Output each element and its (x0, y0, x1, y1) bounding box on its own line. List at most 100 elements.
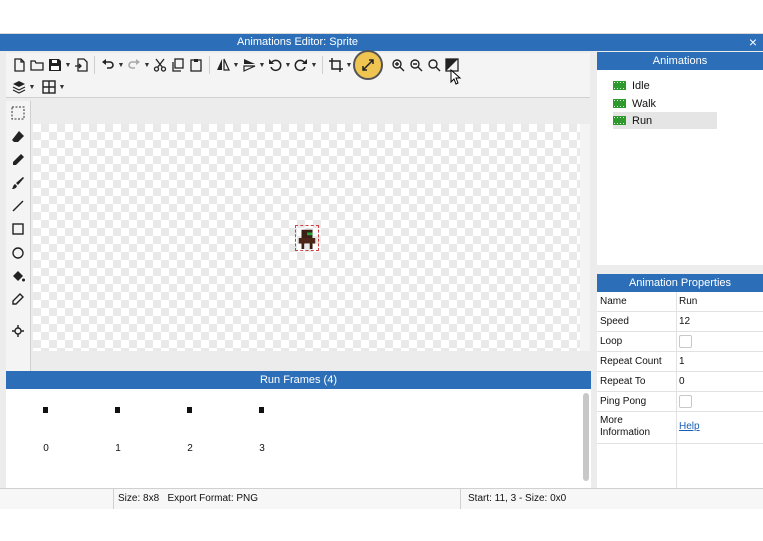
close-icon[interactable]: × (749, 34, 757, 51)
status-size: Size: 8x8 (118, 493, 160, 504)
layers-icon[interactable] (10, 78, 28, 96)
title-bar: Animations Editor: Sprite × (0, 34, 763, 51)
save-dropdown-icon[interactable]: ▼ (64, 62, 72, 69)
property-value-repeat-to[interactable]: 0 (679, 376, 685, 387)
property-row-repeat-to: Repeat To 0 (597, 372, 763, 392)
property-row-repeat-count: Repeat Count 1 (597, 352, 763, 372)
toolbar-separator (209, 56, 210, 74)
zoom-fit-icon[interactable] (425, 56, 443, 74)
animations-editor-window: Animations Editor: Sprite × ▼ ▼ ▼ ▼ ▼ ▼ (0, 33, 763, 509)
property-row-speed: Speed 12 (597, 312, 763, 332)
rotate-left-icon[interactable] (266, 56, 284, 74)
line-icon[interactable] (9, 197, 27, 215)
layers-dropdown-icon[interactable]: ▼ (28, 84, 36, 91)
grid-dropdown-icon[interactable]: ▼ (58, 84, 66, 91)
canvas-margin (580, 124, 590, 351)
crop-dropdown-icon[interactable]: ▼ (345, 62, 353, 69)
animation-item-walk[interactable]: Walk (613, 95, 717, 112)
film-strip-icon (613, 81, 626, 90)
animation-properties-panel: Animation Properties Name Run Speed 12 Loo… (597, 274, 763, 488)
cut-icon[interactable] (151, 56, 169, 74)
frame-label: 2 (187, 443, 193, 454)
film-strip-icon (613, 99, 626, 108)
frames-scrollbar[interactable] (583, 393, 589, 481)
undo-icon[interactable] (99, 56, 117, 74)
property-value-repeat-count[interactable]: 1 (679, 356, 685, 367)
frames-panel-header: Run Frames (4) (6, 371, 591, 389)
properties-panel-header: Animation Properties (597, 274, 763, 292)
frame-thumbnail[interactable]: 3 (247, 387, 277, 454)
property-row-loop: Loop (597, 332, 763, 352)
flip-vertical-dropdown-icon[interactable]: ▼ (258, 62, 266, 69)
flip-horizontal-icon[interactable] (214, 56, 232, 74)
rotate-right-icon[interactable] (292, 56, 310, 74)
film-strip-icon (613, 116, 626, 125)
eyedropper-icon[interactable] (9, 290, 27, 308)
property-name: Ping Pong (600, 396, 647, 407)
frame-thumbnail[interactable]: 1 (103, 387, 133, 454)
ellipse-icon[interactable] (9, 244, 27, 262)
ping-pong-checkbox[interactable] (679, 395, 692, 408)
frame-thumbnail[interactable]: 2 (175, 387, 205, 454)
frame-sprite (187, 407, 192, 413)
pencil-icon[interactable] (9, 151, 27, 169)
paste-icon[interactable] (187, 56, 205, 74)
save-icon[interactable] (46, 56, 64, 74)
redo-dropdown-icon[interactable]: ▼ (143, 62, 151, 69)
open-folder-icon[interactable] (28, 56, 46, 74)
rotate-right-dropdown-icon[interactable]: ▼ (310, 62, 318, 69)
flip-horizontal-dropdown-icon[interactable]: ▼ (232, 62, 240, 69)
toolbar-separator (322, 56, 323, 74)
fill-bucket-icon[interactable] (9, 267, 27, 285)
rectangle-icon[interactable] (9, 220, 27, 238)
export-icon[interactable] (72, 56, 90, 74)
undo-dropdown-icon[interactable]: ▼ (117, 62, 125, 69)
frames-panel: Run Frames (4) 0 1 2 3 (6, 371, 591, 488)
tool-palette (6, 101, 31, 391)
resize-canvas-icon[interactable] (353, 50, 383, 80)
property-name: Speed (600, 316, 629, 327)
frame-sprite (43, 407, 48, 413)
grid-icon[interactable] (40, 78, 58, 96)
property-value-name[interactable]: Run (679, 296, 697, 307)
toolbar-separator (94, 56, 95, 74)
pivot-icon[interactable] (9, 322, 27, 340)
frame-sprite (259, 407, 264, 413)
frame-sprite (115, 407, 120, 413)
loop-checkbox[interactable] (679, 335, 692, 348)
animation-label: Idle (632, 79, 650, 92)
rotate-left-dropdown-icon[interactable]: ▼ (284, 62, 292, 69)
property-name: Loop (600, 336, 623, 347)
status-cell-empty (0, 489, 114, 509)
select-icon[interactable] (9, 104, 27, 122)
redo-icon[interactable] (125, 56, 143, 74)
animation-item-idle[interactable]: Idle (613, 77, 717, 94)
property-row-name: Name Run (597, 292, 763, 312)
frame-label: 1 (115, 443, 121, 454)
frame-label: 0 (43, 443, 49, 454)
new-file-icon[interactable] (10, 56, 28, 74)
animation-label: Run (632, 114, 653, 127)
property-name: Name (600, 296, 627, 307)
property-row-more-information: More Information Help (597, 412, 763, 444)
animations-panel: Animations Idle Walk Run (597, 52, 763, 265)
property-name: Repeat Count (600, 356, 662, 367)
zoom-out-icon[interactable] (407, 56, 425, 74)
toolbar: ▼ ▼ ▼ ▼ ▼ ▼ ▼ ▼ ▼ ▼ (6, 50, 590, 98)
brush-icon[interactable] (9, 174, 27, 192)
property-name: Repeat To (600, 376, 646, 387)
copy-icon[interactable] (169, 56, 187, 74)
animation-item-run[interactable]: Run (613, 112, 717, 129)
help-link[interactable]: Help (679, 421, 700, 432)
frame-thumbnail[interactable]: 0 (31, 387, 61, 454)
animations-panel-header: Animations (597, 52, 763, 70)
frame-label: 3 (259, 443, 265, 454)
sprite-canvas[interactable] (33, 124, 580, 351)
property-row-ping-pong: Ping Pong (597, 392, 763, 412)
flip-vertical-icon[interactable] (240, 56, 258, 74)
crop-icon[interactable] (327, 56, 345, 74)
zoom-in-icon[interactable] (389, 56, 407, 74)
property-value-speed[interactable]: 12 (679, 316, 690, 327)
window-title: Animations Editor: Sprite (236, 36, 359, 48)
eraser-icon[interactable] (9, 128, 27, 146)
